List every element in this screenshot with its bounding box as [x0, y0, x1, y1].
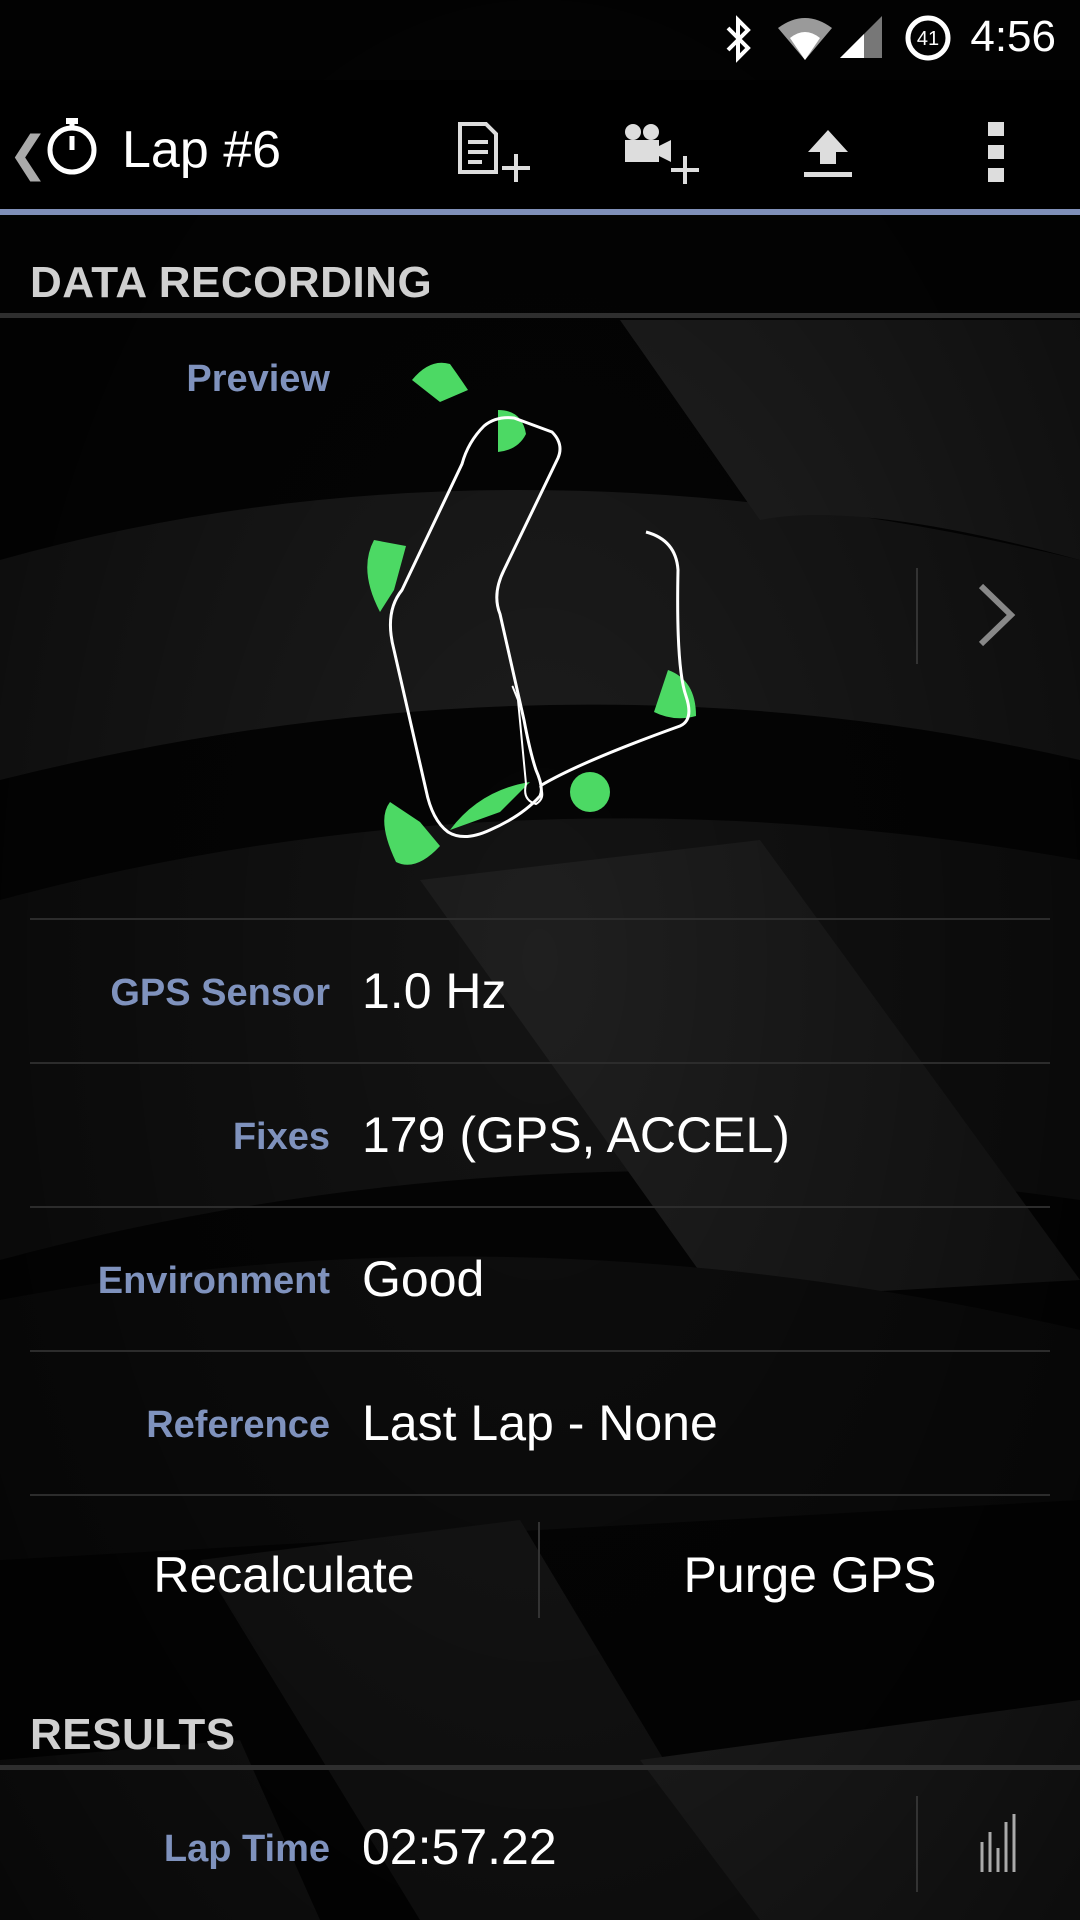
overflow-menu-icon: [988, 122, 1004, 182]
clock: 4:56: [970, 12, 1056, 61]
preview-label: Preview: [186, 358, 330, 400]
action-bar-divider: [0, 209, 1080, 215]
overflow-menu-button[interactable]: [952, 108, 1040, 196]
bluetooth-icon: [726, 15, 751, 63]
add-note-icon: [458, 122, 530, 182]
environment-label: Environment: [97, 1260, 330, 1302]
svg-text:41: 41: [917, 28, 939, 50]
reference-value[interactable]: Last Lap - None: [362, 1394, 718, 1452]
track-corner-highlight: [498, 410, 526, 452]
row-environment: Environment Good: [30, 1208, 1050, 1352]
racing-line: [388, 416, 562, 838]
data-saver-icon: 41: [905, 15, 951, 61]
racing-line-return: [539, 530, 691, 788]
track-corner-highlight: [450, 782, 530, 830]
divider: [916, 1796, 918, 1892]
track-corner-highlight: [570, 772, 610, 812]
back-caret-icon[interactable]: ❮: [8, 126, 48, 182]
section-rule: [0, 1765, 1080, 1770]
environment-value: Good: [362, 1251, 485, 1307]
action-bar: ❮ Lap #6: [0, 80, 1080, 215]
recalculate-button[interactable]: Recalculate: [30, 1500, 538, 1650]
chevron-right-icon[interactable]: [975, 582, 1019, 648]
add-video-button[interactable]: [616, 108, 704, 196]
row-gps-sensor: GPS Sensor 1.0 Hz: [30, 920, 1050, 1064]
divider: [916, 568, 918, 664]
row-fixes: Fixes 179 (GPS, ACCEL): [30, 1064, 1050, 1208]
upload-icon: [804, 130, 852, 177]
fixes-label: Fixes: [232, 1116, 330, 1158]
section-title: DATA RECORDING: [30, 258, 433, 307]
section-rule: [0, 313, 1080, 318]
row-divider: [30, 1494, 1050, 1496]
lap-time-label: Lap Time: [163, 1828, 330, 1870]
add-video-icon: [625, 124, 699, 184]
purge-gps-button[interactable]: Purge GPS: [540, 1500, 1080, 1650]
section-title: RESULTS: [30, 1710, 236, 1759]
gps-sensor-label: GPS Sensor: [110, 972, 330, 1014]
stopwatch-icon[interactable]: [44, 114, 100, 176]
upload-button[interactable]: [784, 108, 872, 196]
wifi-icon: [778, 18, 832, 60]
add-note-button[interactable]: [448, 108, 536, 196]
track-map-preview[interactable]: [350, 350, 870, 880]
fixes-value: 179 (GPS, ACCEL): [362, 1107, 790, 1163]
lap-time-value: 02:57.22: [362, 1819, 557, 1875]
track-corner-highlight: [367, 540, 406, 612]
reference-label: Reference: [146, 1404, 330, 1446]
row-reference[interactable]: Reference Last Lap - None: [30, 1352, 1050, 1496]
status-bar: 41 4:56: [0, 0, 1080, 80]
analysis-bars-icon[interactable]: [978, 1812, 1018, 1872]
row-lap-time[interactable]: Lap Time 02:57.22: [30, 1776, 1050, 1920]
section-header-data-recording: DATA RECORDING: [0, 248, 1080, 318]
track-corner-highlight: [412, 362, 468, 402]
section-header-results: RESULTS: [0, 1700, 1080, 1770]
gps-sensor-value: 1.0 Hz: [362, 963, 507, 1019]
cell-signal-icon: [840, 16, 882, 58]
page-title: Lap #6: [122, 121, 282, 179]
